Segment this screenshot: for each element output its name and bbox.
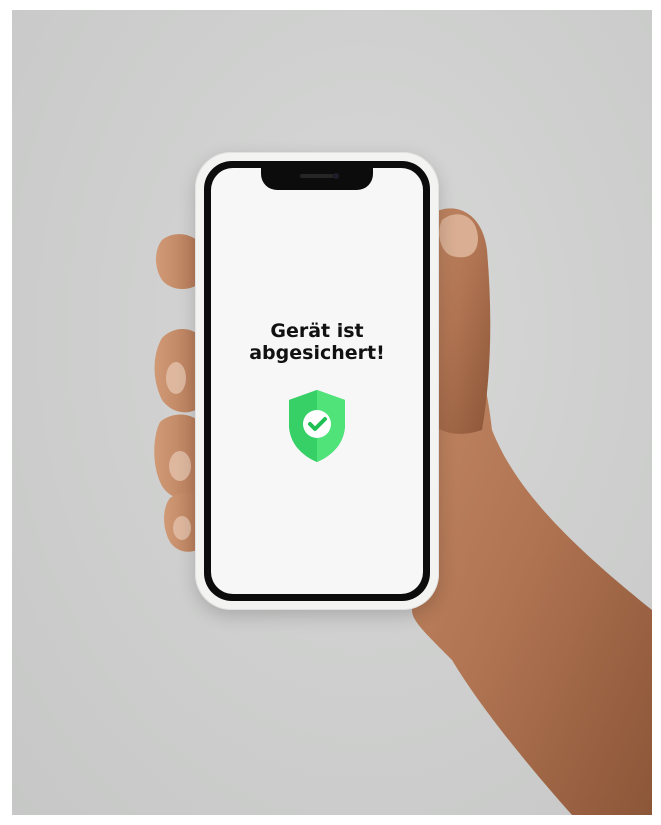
front-camera xyxy=(333,173,339,179)
phone-screen: Gerät ist abgesichert! xyxy=(211,168,423,594)
message-line-1: Gerät ist xyxy=(270,320,364,342)
phone-notch xyxy=(261,168,373,190)
message-line-2: abgesichert! xyxy=(249,342,385,364)
photo: Gerät ist abgesichert! xyxy=(12,10,652,815)
phone-bezel: Gerät ist abgesichert! xyxy=(204,161,430,601)
shield-check-icon xyxy=(289,390,345,462)
speaker-grille xyxy=(300,174,334,178)
phone: Gerät ist abgesichert! xyxy=(195,152,439,610)
security-message: Gerät ist abgesichert! xyxy=(211,320,423,364)
